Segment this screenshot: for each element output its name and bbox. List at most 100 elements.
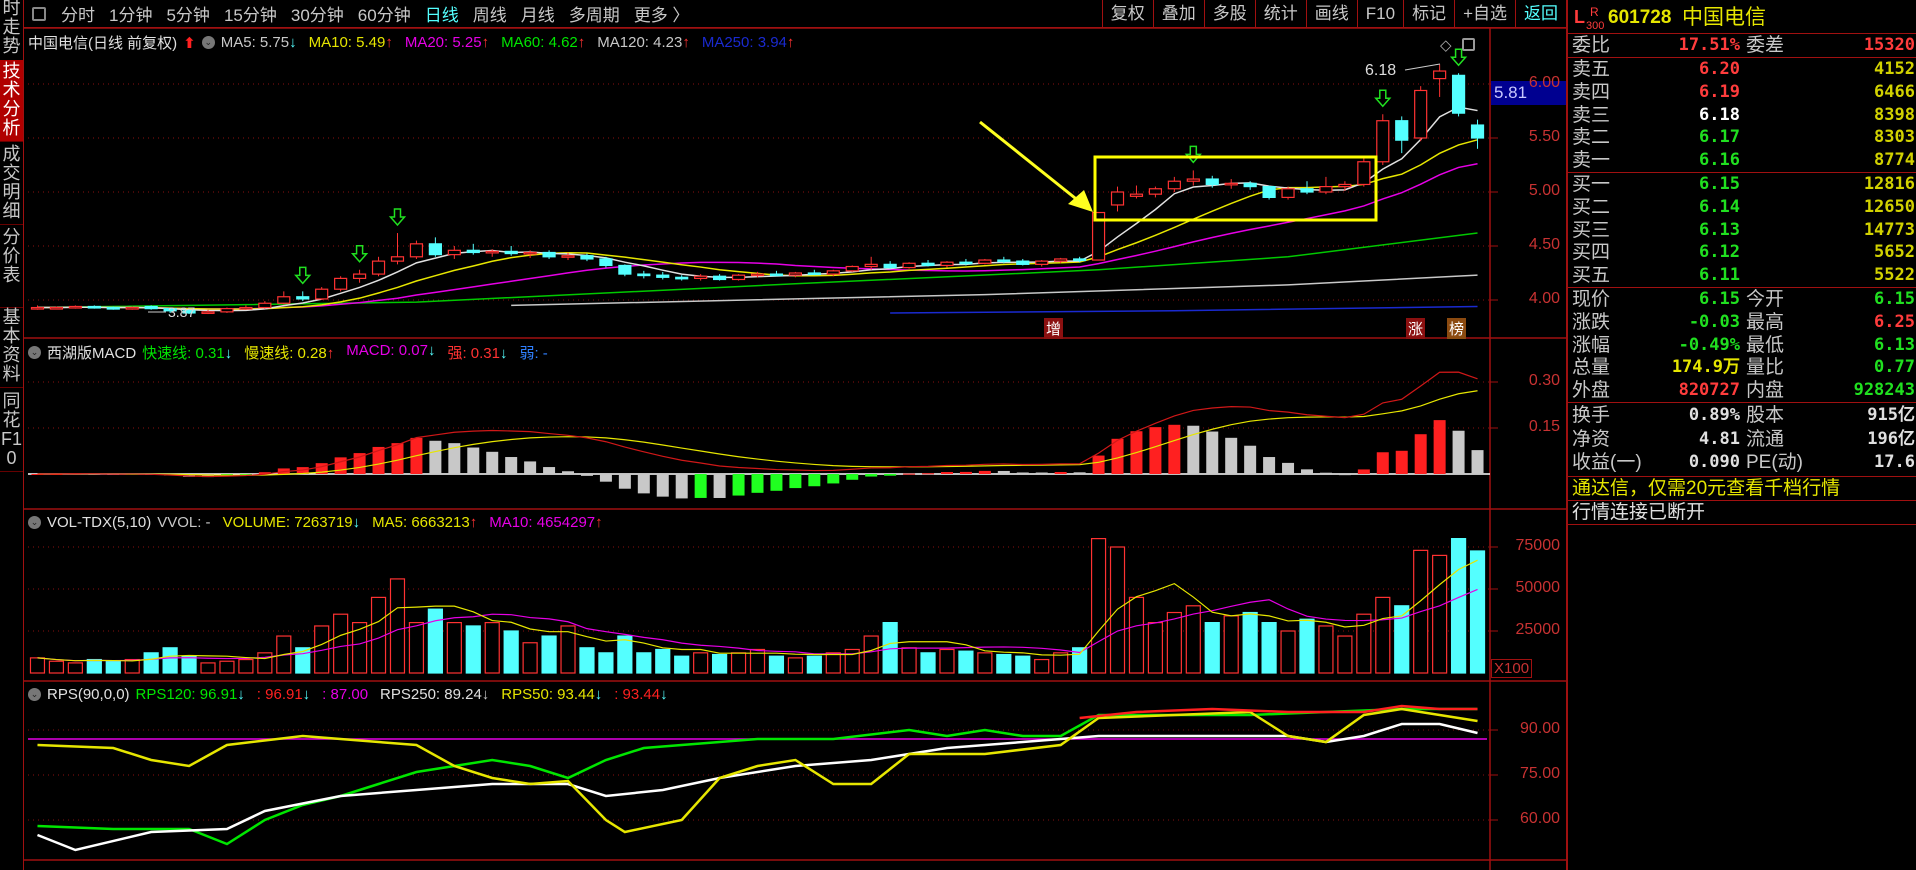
vol-header: ⌄ VOL-TDX(5,10) VVOL: - VOLUME: 7263719↓ M…	[28, 514, 603, 531]
candle	[921, 262, 935, 267]
level-label: 卖五	[1572, 59, 1611, 80]
macd-bar	[637, 474, 650, 494]
stat-row: 总量 174.9万 量比 0.77	[1568, 356, 1916, 379]
macd-bar	[1073, 472, 1086, 474]
volume-bar	[958, 650, 974, 674]
macd-header: ⌄ 西湖版MACD 快速线: 0.31↓ 慢速线: 0.28↑ MACD: 0.07…	[28, 342, 548, 363]
axis-tick-label: 6.00	[1528, 74, 1560, 91]
ask-row: 卖二 6.17 8303	[1568, 126, 1916, 149]
candle	[315, 288, 329, 300]
macd-bar	[1263, 457, 1276, 474]
macd-bar	[1471, 450, 1484, 474]
arrow-up-icon: ↑	[481, 34, 490, 51]
volume-bar	[333, 613, 349, 674]
macd-bar	[846, 474, 859, 480]
arrow-down-icon: ↓	[427, 342, 436, 359]
candle	[769, 273, 784, 277]
volume-bar	[1053, 652, 1069, 674]
level-label: 卖一	[1572, 150, 1611, 172]
stat-value: -0.49%	[1678, 334, 1740, 355]
candle	[390, 256, 405, 262]
collapse-icon[interactable]: ⌄	[28, 346, 41, 359]
macd-bar	[467, 447, 480, 474]
candle	[277, 296, 291, 304]
indicator-title: 西湖版MACD	[47, 345, 137, 362]
indicator-value: VVOL: -	[157, 514, 210, 531]
collapse-icon[interactable]: ⌄	[28, 516, 41, 529]
volume-bar	[1242, 611, 1258, 674]
stat-label: 量比	[1746, 357, 1785, 379]
macd-bar	[865, 474, 878, 477]
tag-bang[interactable]: 榜	[1447, 318, 1467, 339]
macd-bar	[732, 474, 745, 496]
chart-canvas[interactable]	[0, 0, 1566, 870]
macd-bar	[429, 440, 442, 474]
arrow-down-icon: ↓	[499, 345, 508, 362]
volume-bar	[920, 652, 936, 674]
candle	[788, 272, 802, 276]
axis-tick-label: 60.00	[1519, 810, 1560, 827]
tag-zhang[interactable]: 涨	[1406, 318, 1426, 339]
candle	[1148, 188, 1163, 195]
macd-bar	[599, 474, 612, 482]
down-arrow-icon	[1449, 48, 1468, 67]
macd-bar	[959, 471, 972, 474]
level-label: 卖三	[1572, 104, 1611, 126]
level-volume: 8774	[1874, 150, 1915, 171]
stat-value: 0.77	[1874, 357, 1915, 378]
volume-bar	[693, 652, 709, 674]
candle	[1451, 74, 1466, 114]
tag-zeng[interactable]: 增	[1044, 318, 1064, 339]
low-price-label: 3.87	[168, 304, 196, 320]
candle	[1376, 120, 1390, 163]
weibi-row: 委比 17.51% 委差 15320	[1568, 34, 1916, 57]
macd-bar	[1433, 420, 1446, 474]
level-label: 买一	[1572, 174, 1611, 195]
level-price: 6.18	[1699, 104, 1740, 125]
candle	[49, 306, 64, 310]
panel-toggle-icon[interactable]	[1462, 38, 1475, 51]
drawing-diamond-icon[interactable]: ◇	[1440, 36, 1452, 54]
indicator-value: : 93.44↓	[614, 686, 667, 703]
stat-label: 总量	[1572, 357, 1611, 379]
indicator-value-text: MACD: 0.07	[346, 342, 428, 359]
volume-bar	[712, 653, 728, 674]
promo-row[interactable]: 通达信，仅需20元查看千档行情	[1568, 477, 1916, 500]
indicator-title: RPS(90,0,0)	[47, 686, 130, 703]
candle	[731, 274, 746, 281]
level-price: 6.14	[1699, 196, 1740, 217]
macd-bar	[505, 457, 518, 474]
volume-bar	[1318, 625, 1334, 674]
arrow-up-icon: ↑	[682, 34, 690, 51]
indicator-value: VOLUME: 7263719↓	[223, 514, 361, 531]
arrow-down-icon: ↓	[289, 34, 297, 51]
indicator-value: : 87.00	[322, 686, 368, 703]
volume-bar	[1223, 615, 1239, 674]
candle	[959, 261, 973, 265]
macd-bar	[1319, 472, 1332, 474]
macd-bar	[1168, 424, 1181, 474]
axis-tick-label: 5.00	[1528, 182, 1560, 199]
candle	[1414, 89, 1428, 139]
macd-bar	[940, 472, 953, 474]
indicator-value: MA60: 4.62↑	[501, 34, 585, 51]
candle	[1205, 178, 1219, 186]
collapse-icon[interactable]: ⌄	[201, 36, 215, 49]
volume-bar	[1090, 537, 1107, 674]
indicator-value-text: 快速线: 0.31	[142, 345, 225, 362]
stat-value: -0.03	[1688, 311, 1740, 332]
promo-text[interactable]: 通达信，仅需20元查看千档行情	[1572, 477, 1840, 500]
macd-bar	[884, 474, 897, 476]
candle	[1338, 183, 1352, 188]
collapse-icon[interactable]: ⌄	[28, 688, 41, 701]
indicator-value: MA20: 5.25↑	[405, 34, 489, 51]
down-arrow-icon	[350, 245, 369, 263]
volume-bar	[1280, 630, 1296, 674]
stock-name: 中国电信	[1682, 6, 1766, 29]
candle	[1243, 182, 1257, 188]
macd-bar	[334, 457, 347, 474]
level-price: 6.11	[1699, 265, 1740, 286]
volume-bar	[806, 655, 822, 674]
indicator-value-text: MA5: 5.75	[220, 34, 290, 51]
level-price: 6.19	[1699, 81, 1740, 102]
